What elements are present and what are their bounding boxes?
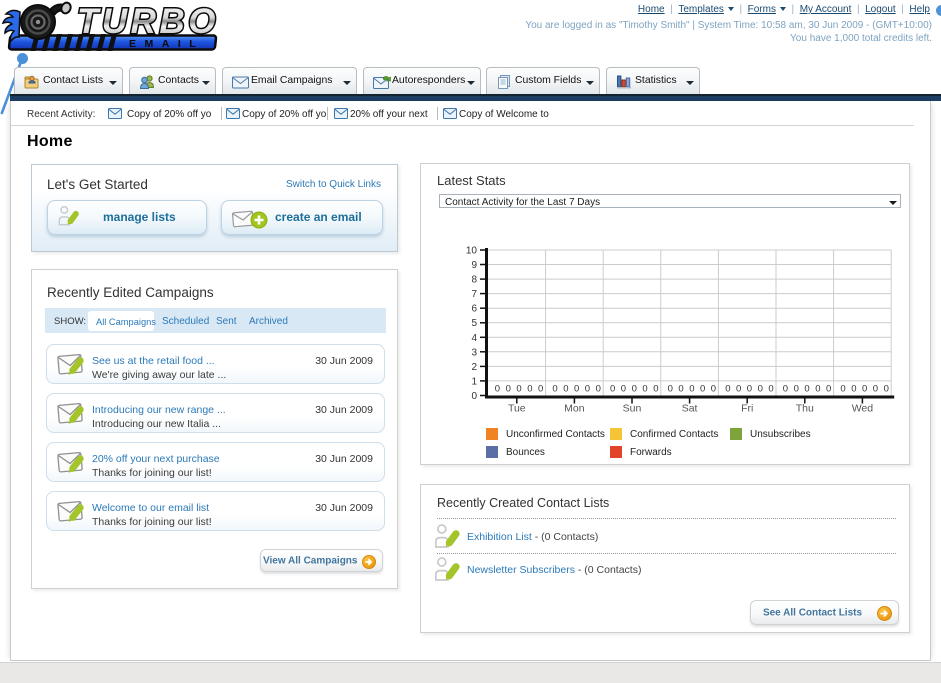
svg-text:0: 0: [873, 384, 878, 395]
svg-text:0: 0: [794, 384, 799, 395]
svg-text:0: 0: [736, 384, 741, 395]
svg-text:0: 0: [711, 384, 716, 395]
svg-text:0: 0: [585, 384, 590, 395]
svg-text:0: 0: [783, 384, 788, 395]
svg-text:0: 0: [826, 384, 831, 395]
svg-text:Mon: Mon: [564, 403, 585, 415]
svg-text:0: 0: [538, 384, 543, 395]
svg-text:0: 0: [851, 384, 856, 395]
svg-text:0: 0: [653, 384, 658, 395]
svg-text:6: 6: [471, 304, 477, 315]
svg-text:9: 9: [471, 260, 477, 271]
svg-text:2: 2: [471, 362, 477, 373]
svg-text:0: 0: [678, 384, 683, 395]
svg-text:5: 5: [471, 318, 477, 329]
svg-text:0: 0: [495, 384, 500, 395]
svg-text:0: 0: [506, 384, 511, 395]
svg-text:0: 0: [804, 384, 809, 395]
svg-text:0: 0: [700, 384, 705, 395]
svg-text:0: 0: [725, 384, 730, 395]
svg-text:0: 0: [642, 384, 647, 395]
svg-text:0: 0: [516, 384, 521, 395]
svg-text:0: 0: [689, 384, 694, 395]
svg-text:Thu: Thu: [796, 403, 814, 415]
svg-text:0: 0: [815, 384, 820, 395]
svg-text:0: 0: [610, 384, 615, 395]
svg-text:0: 0: [884, 384, 889, 395]
svg-text:0: 0: [768, 384, 773, 395]
svg-text:0: 0: [621, 384, 626, 395]
svg-text:0: 0: [563, 384, 568, 395]
svg-text:0: 0: [758, 384, 763, 395]
svg-text:4: 4: [471, 333, 477, 344]
svg-text:3: 3: [471, 347, 477, 358]
svg-text:7: 7: [471, 289, 477, 300]
svg-text:8: 8: [471, 275, 477, 286]
svg-text:0: 0: [747, 384, 752, 395]
svg-text:0: 0: [552, 384, 557, 395]
svg-text:0: 0: [471, 391, 477, 402]
svg-text:10: 10: [466, 246, 478, 257]
svg-text:0: 0: [840, 384, 845, 395]
svg-text:0: 0: [527, 384, 532, 395]
svg-text:0: 0: [862, 384, 867, 395]
svg-text:1: 1: [471, 376, 477, 387]
svg-text:Tue: Tue: [508, 403, 526, 415]
svg-text:Wed: Wed: [852, 403, 874, 415]
svg-text:Sat: Sat: [682, 403, 698, 415]
svg-text:Fri: Fri: [741, 403, 753, 415]
svg-text:0: 0: [574, 384, 579, 395]
svg-text:0: 0: [632, 384, 637, 395]
svg-text:0: 0: [668, 384, 673, 395]
svg-text:0: 0: [596, 384, 601, 395]
svg-text:Sun: Sun: [623, 403, 642, 415]
